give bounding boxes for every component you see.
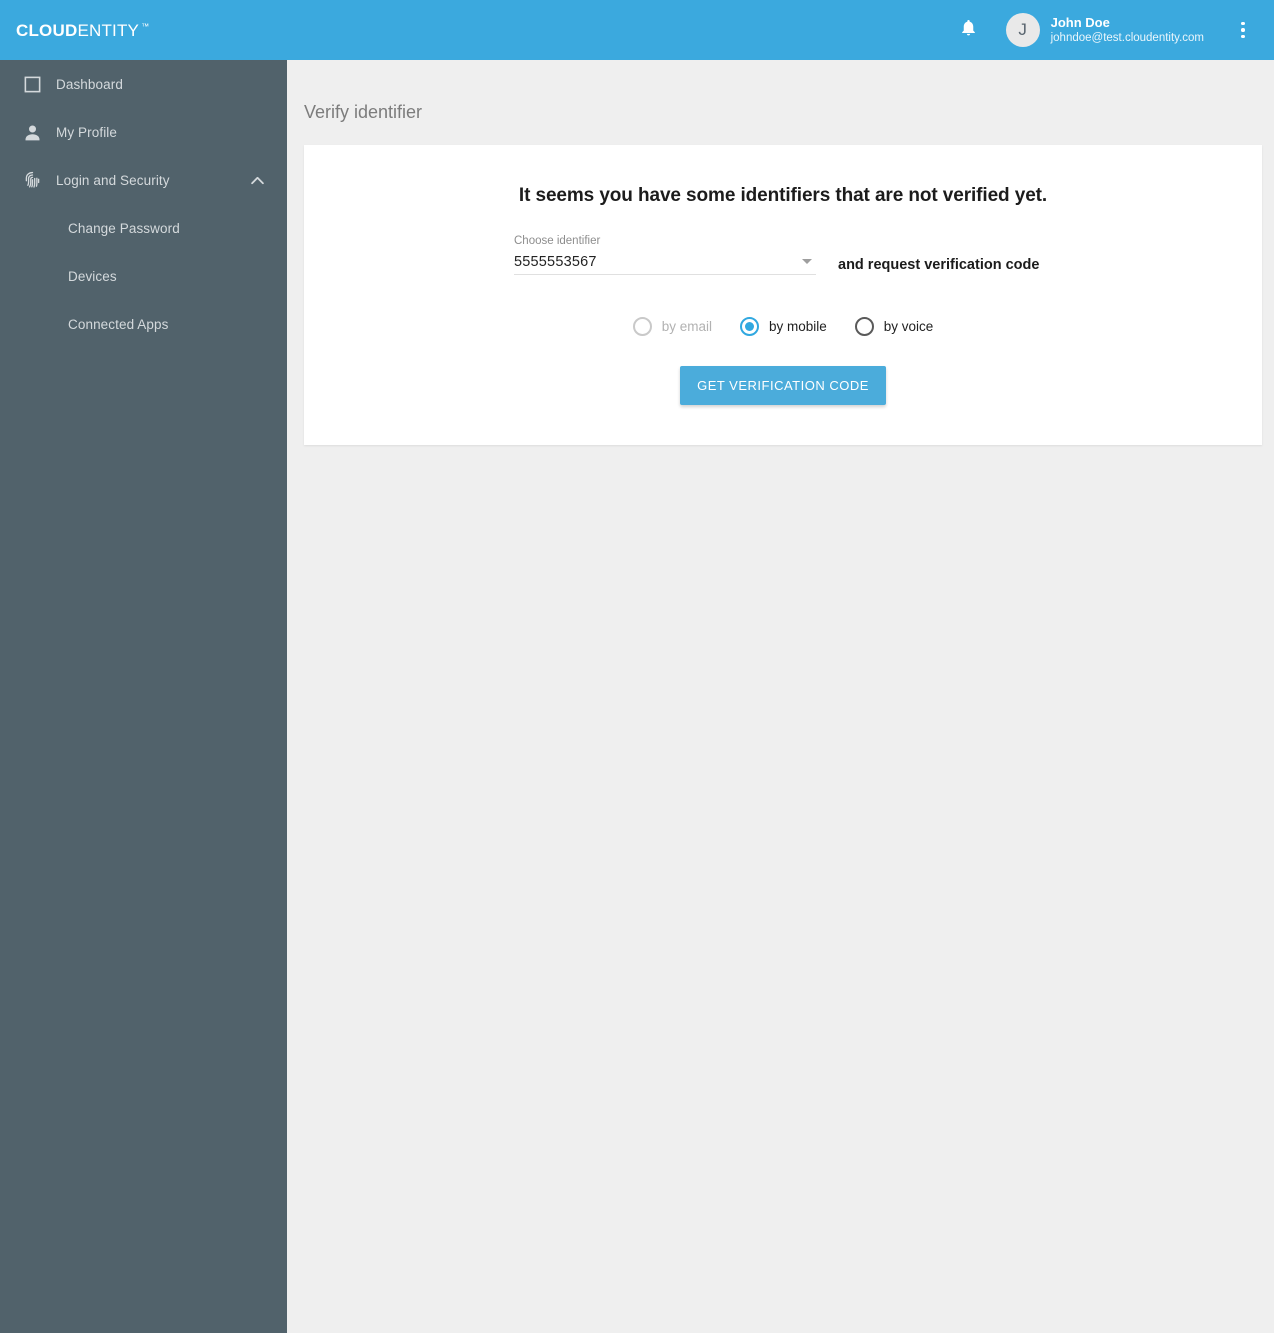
avatar[interactable]: J <box>1005 13 1040 47</box>
more-vertical-icon <box>1241 21 1245 26</box>
more-vertical-icon <box>1241 28 1245 32</box>
chevron-up-icon[interactable] <box>250 176 265 185</box>
radio-option-by-voice[interactable]: by voice <box>854 317 934 336</box>
identifier-select-value: 5555553567 <box>514 253 597 270</box>
app-logo[interactable]: CLOUD ENTITY ™ <box>16 22 149 39</box>
identifier-select-label: Choose identifier <box>514 235 601 247</box>
more-options-button[interactable] <box>1228 10 1258 50</box>
chevron-down-icon[interactable] <box>802 259 812 264</box>
sidebar-item-connected-apps[interactable]: Connected Apps <box>0 300 287 348</box>
submit-row: GET VERIFICATION CODE <box>304 366 1262 405</box>
sidebar-item-change-password[interactable]: Change Password <box>0 204 287 252</box>
bell-icon <box>959 17 978 43</box>
sidebar-item-my-profile[interactable]: My Profile <box>0 108 287 156</box>
radio-circle-selected-icon <box>739 317 759 336</box>
avatar-initial: J <box>1018 20 1027 39</box>
main-content: Verify identifier It seems you have some… <box>287 60 1274 1333</box>
sidebar-item-label: Change Password <box>68 220 180 236</box>
radio-label: by email <box>661 319 712 334</box>
user-menu[interactable]: John Doe johndoe@test.cloudentity.com <box>1051 15 1204 46</box>
sidebar-item-dashboard[interactable]: Dashboard <box>0 60 287 108</box>
sidebar-item-devices[interactable]: Devices <box>0 252 287 300</box>
radio-dot <box>744 322 754 331</box>
radio-option-by-email[interactable]: by email <box>632 317 712 336</box>
sidebar-item-label: Dashboard <box>56 76 123 92</box>
logo-text-secondary: ENTITY <box>77 20 140 40</box>
radio-label: by mobile <box>768 319 827 334</box>
radio-circle-icon <box>632 317 652 336</box>
header-actions: J John Doe johndoe@test.cloudentity.com <box>952 0 1274 60</box>
radio-option-by-mobile[interactable]: by mobile <box>739 317 827 336</box>
fingerprint-icon <box>8 169 56 191</box>
radio-label: by voice <box>883 319 934 334</box>
sidebar-item-label: Devices <box>68 268 117 284</box>
square-outline-icon <box>8 75 56 94</box>
identifier-select[interactable]: Choose identifier 5555553567 <box>514 233 816 275</box>
sidebar-item-login-and-security[interactable]: Login and Security <box>0 156 287 204</box>
sidebar-item-label: Login and Security <box>56 172 170 188</box>
delivery-method-radio-group: by email by mobile by voice <box>304 317 1262 336</box>
sidebar: Dashboard My Profile Login and Security <box>0 60 287 1333</box>
card-heading: It seems you have some identifiers that … <box>518 185 1048 206</box>
identifier-field-row: Choose identifier 5555553567 and request… <box>304 233 1262 275</box>
page-title: Verify identifier <box>304 102 423 122</box>
notifications-button[interactable] <box>952 13 986 47</box>
sidebar-item-label: Connected Apps <box>68 316 169 332</box>
more-vertical-icon <box>1241 34 1245 39</box>
get-verification-code-button[interactable]: GET VERIFICATION CODE <box>680 366 886 405</box>
verify-identifier-card: It seems you have some identifiers that … <box>304 145 1262 445</box>
request-code-text: and request verification code <box>838 257 1040 273</box>
user-name: John Doe <box>1050 14 1110 30</box>
radio-circle-icon <box>854 317 874 336</box>
person-icon <box>8 122 56 143</box>
identifier-select-control[interactable]: 5555553567 <box>514 249 816 275</box>
top-header: CLOUD ENTITY ™ J John Doe johndoe@test.clo… <box>0 0 1274 60</box>
trademark-symbol: ™ <box>141 21 150 31</box>
user-email: johndoe@test.cloudentity.com <box>1050 31 1204 44</box>
logo-text-primary: CLOUD <box>16 20 78 40</box>
sidebar-item-label: My Profile <box>56 124 118 140</box>
